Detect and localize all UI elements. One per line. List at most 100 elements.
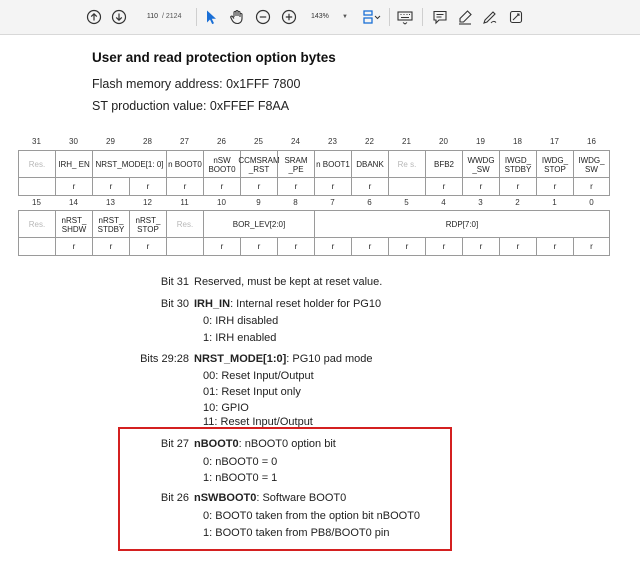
register-access-cell: r [92, 178, 129, 195]
bit-number: 5 [404, 198, 409, 207]
bit-number: 23 [328, 137, 337, 146]
bit-number: 17 [550, 137, 559, 146]
bit-number: 16 [587, 137, 596, 146]
register-field-cell: IWGD_ STDBY [499, 151, 536, 178]
bit-number: 0 [589, 198, 594, 207]
bit-number: 7 [330, 198, 335, 207]
bit-number: 25 [254, 137, 263, 146]
bit-option: 0: IRH disabled [203, 315, 279, 327]
register-access-cell: r [240, 178, 277, 195]
bit-description: : PG10 pad mode [286, 353, 373, 365]
register-access-cell: r [425, 178, 462, 195]
bit-number: 22 [365, 137, 374, 146]
register-access-cell: r [351, 238, 388, 255]
bit-field-name: IRH_IN [194, 298, 231, 310]
register-field-cell: DBANK [351, 151, 388, 178]
register-access-cell: r [536, 178, 573, 195]
register-access-cell [388, 178, 425, 195]
bit-number: 8 [293, 198, 298, 207]
bit-number: 4 [441, 198, 446, 207]
register-field-row: Res. IRH_ EN NRST_MODE[1: 0] n BOOT0 nSW BOO… [18, 150, 610, 178]
bit-number: 26 [217, 137, 226, 146]
register-field-cell: Res. [18, 151, 55, 178]
bit-field-name: NRST_MODE[1:0] [194, 353, 287, 365]
register-access-cell: r [499, 238, 536, 255]
bit-number: 21 [402, 137, 411, 146]
register-field-cell: IRH_ EN [55, 151, 92, 178]
register-field-cell: n BOOT1 [314, 151, 351, 178]
register-field-cell: nRST_ STDBY [92, 211, 129, 238]
register-field-cell: SRAM _PE [277, 151, 314, 178]
bit-label: Bit 30 [160, 298, 189, 310]
bit-option: 01: Reset Input only [203, 386, 301, 398]
register-access-cell: r [166, 178, 203, 195]
register-access-cell: r [573, 238, 610, 255]
bit-label: Bits 29:28 [140, 353, 189, 365]
bit-number: 12 [143, 198, 152, 207]
register-access-cell: r [129, 178, 166, 195]
register-access-cell [18, 178, 55, 195]
register-access-cell: r [351, 178, 388, 195]
register-access-cell: r [314, 178, 351, 195]
register-field-cell: nRST_ SHDW [55, 211, 92, 238]
bit-description: : Internal reset holder for PG10 [230, 298, 382, 310]
bit-description: Reserved, must be kept at reset value. [194, 276, 383, 288]
register-access-cell: r [92, 238, 129, 255]
bit-option: 10: GPIO [203, 402, 249, 414]
bit-number: 14 [69, 198, 78, 207]
bit-field-line: IRH_IN: Internal reset holder for PG10 [194, 298, 381, 310]
register-field-cell: CCMSRAM _RST [238, 151, 280, 178]
bit-label: Bit 31 [160, 276, 189, 288]
register-access-cell: r [277, 178, 314, 195]
bit-number: 29 [106, 137, 115, 146]
register-access-cell [18, 238, 55, 255]
bit-option: 00: Reset Input/Output [203, 370, 314, 382]
bit-number: 30 [69, 137, 78, 146]
bit-number: 11 [180, 198, 189, 207]
register-field-cell: WWDG _SW [462, 151, 499, 178]
register-access-cell: r [536, 238, 573, 255]
bit-number: 1 [552, 198, 557, 207]
bit-number: 20 [439, 137, 448, 146]
bit-number: 15 [32, 198, 41, 207]
register-access-cell: r [55, 238, 92, 255]
register-field-cell: RDP[7:0] [314, 211, 610, 238]
bit-number: 18 [513, 137, 522, 146]
register-field-cell: n BOOT0 [166, 151, 203, 178]
register-access-cell: r [203, 178, 240, 195]
register-access-cell: r [203, 238, 240, 255]
bit-number: 19 [476, 137, 485, 146]
bit-number: 28 [143, 137, 152, 146]
register-access-cell: r [499, 178, 536, 195]
register-field-cell: BOR_LEV[2:0] [203, 211, 314, 238]
register-field-cell: Res. [166, 211, 203, 238]
register-access-cell: r [55, 178, 92, 195]
register-access-cell [166, 238, 203, 255]
register-access-cell: r [314, 238, 351, 255]
register-access-row: rrrrrrrrrrrrrr [18, 177, 610, 196]
bit-number: 3 [478, 198, 483, 207]
register-field-cell: Re s. [388, 151, 425, 178]
bit-number: 24 [291, 137, 300, 146]
bit-number: 13 [106, 198, 115, 207]
register-field-cell: BFB2 [425, 151, 462, 178]
bit-number: 2 [515, 198, 520, 207]
register-access-cell: r [388, 238, 425, 255]
bit-number: 6 [367, 198, 372, 207]
register-field-cell: nSW BOOT0 [203, 151, 240, 178]
register-field-cell: IWDG_ STOP [536, 151, 573, 178]
register-access-cell: r [425, 238, 462, 255]
register-access-cell: r [573, 178, 610, 195]
register-access-cell: r [129, 238, 166, 255]
register-access-row: rrrrrrrrrrrrrr [18, 237, 610, 256]
register-access-cell: r [277, 238, 314, 255]
bit-number: 27 [180, 137, 189, 146]
register-access-cell: r [462, 238, 499, 255]
bit-number: 31 [32, 137, 41, 146]
register-access-cell: r [462, 178, 499, 195]
register-field-cell: nRST_ STOP [129, 211, 166, 238]
red-highlight-box [118, 427, 452, 551]
register-field-cell: IWDG_ SW [573, 151, 610, 178]
bit-number: 9 [256, 198, 261, 207]
register-field-cell: Res. [18, 211, 55, 238]
